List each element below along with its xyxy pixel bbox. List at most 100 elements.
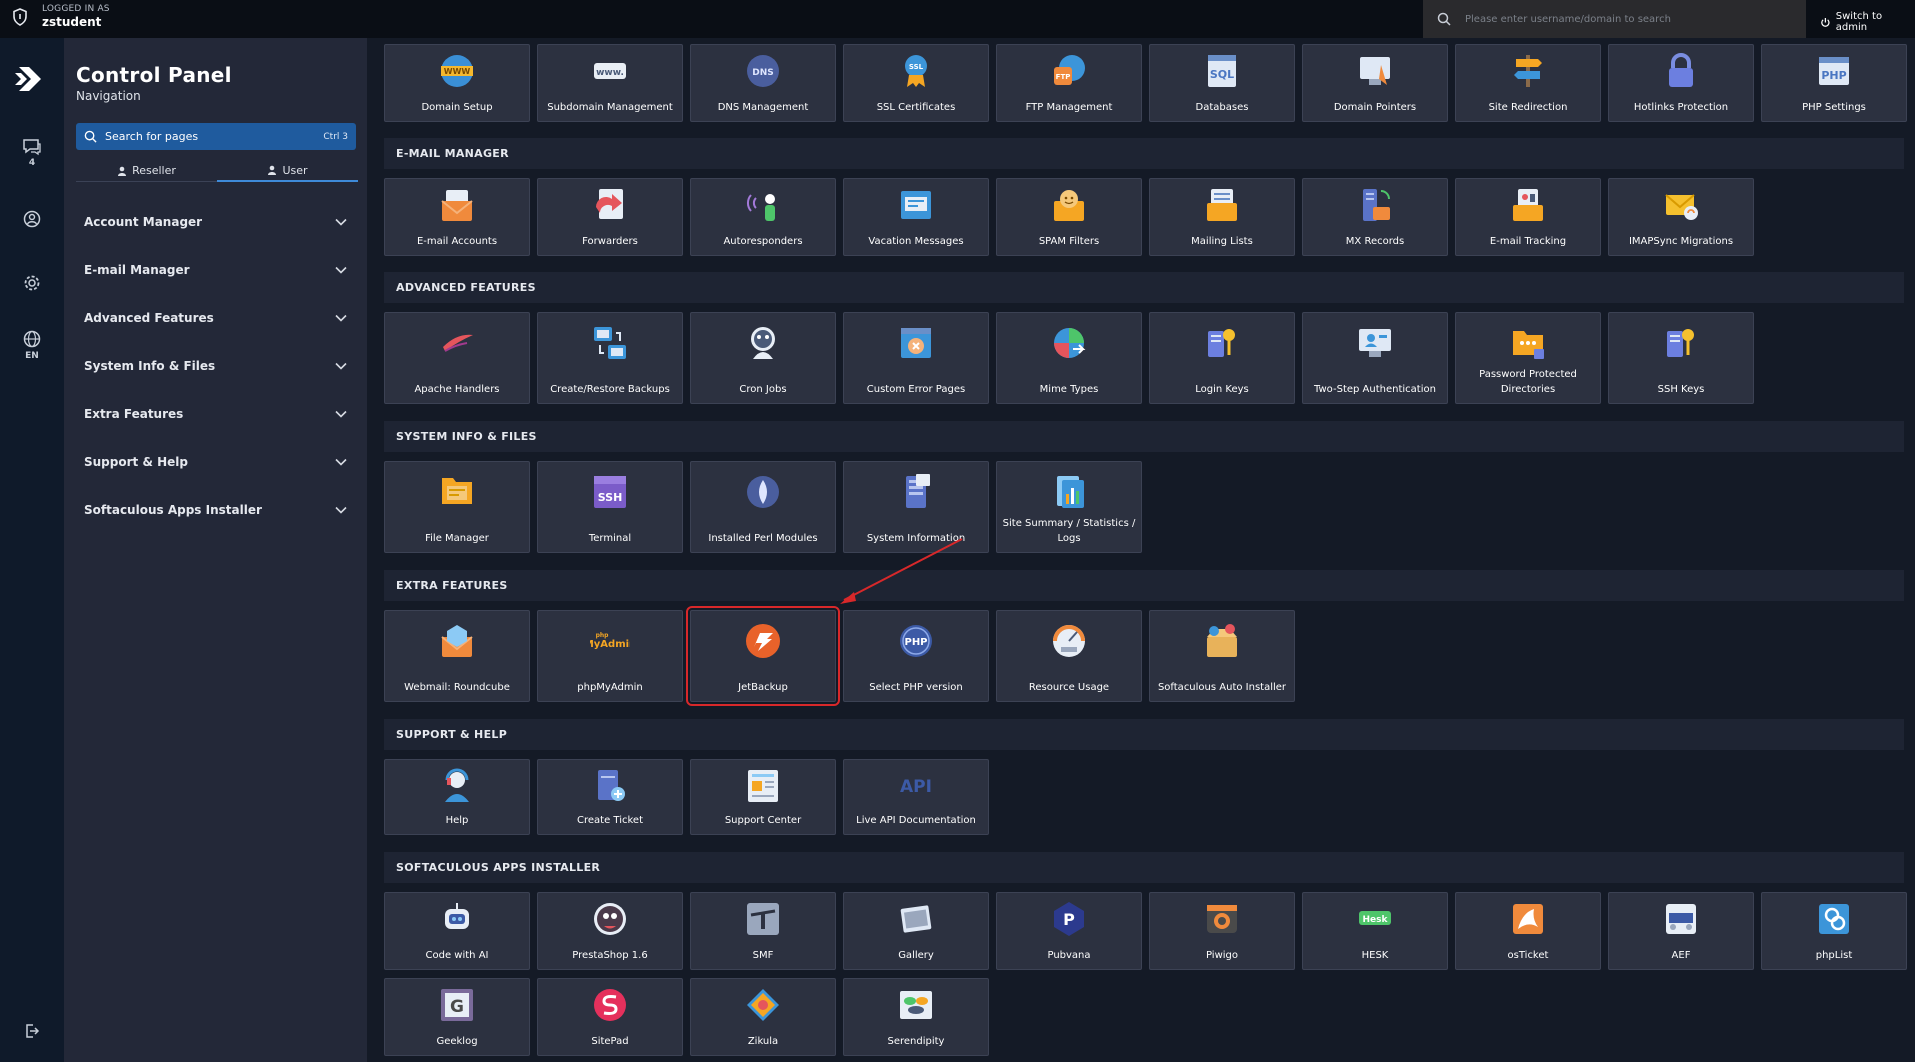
tile-create-ticket[interactable]: Create Ticket	[537, 759, 683, 835]
tile-label: MX Records	[1345, 236, 1405, 247]
tile-mime-types[interactable]: Mime Types	[996, 312, 1142, 404]
tile-databases[interactable]: SQL Databases	[1149, 44, 1295, 122]
zikula-icon	[747, 989, 779, 1021]
perl-icon	[747, 476, 779, 508]
tile-system-information[interactable]: System Information	[843, 461, 989, 553]
tile-jetbackup[interactable]: JetBackup	[686, 606, 840, 706]
sidebar-item-label: Account Manager	[84, 215, 203, 229]
sidebar-item-support-help[interactable]: Support & Help	[64, 438, 367, 486]
tile-hesk[interactable]: Hesk HESK	[1302, 892, 1448, 970]
tile-password-protected-directories[interactable]: Password Protected Directories	[1455, 312, 1601, 404]
user-icon	[268, 165, 277, 175]
tile-code-with-ai[interactable]: Code with AI	[384, 892, 530, 970]
tile-serendipity[interactable]: Serendipity	[843, 978, 989, 1056]
tile-aef[interactable]: AEF	[1608, 892, 1754, 970]
tile-custom-error-pages[interactable]: Custom Error Pages	[843, 312, 989, 404]
user-search-input[interactable]	[1465, 13, 1765, 25]
tile-select-php-version[interactable]: PHP Select PHP version	[843, 610, 989, 702]
tile-dns-management[interactable]: DNS DNS Management	[690, 44, 836, 122]
dns-icon: DNS	[747, 55, 779, 87]
sitepad-icon	[594, 989, 626, 1021]
tile-ssh-keys[interactable]: SSH Keys	[1608, 312, 1754, 404]
tile-e-mail-accounts[interactable]: E-mail Accounts	[384, 178, 530, 256]
tile-label: SPAM Filters	[1038, 236, 1100, 247]
switch-to-admin-button[interactable]: Switch to admin	[1820, 11, 1915, 33]
tile-php-settings[interactable]: PHP PHP Settings	[1761, 44, 1907, 122]
sidebar-item-e-mail-manager[interactable]: E-mail Manager	[64, 246, 367, 294]
tile-create-restore-backups[interactable]: Create/Restore Backups	[537, 312, 683, 404]
tile-ssl-certificates[interactable]: SSL SSL Certificates	[843, 44, 989, 122]
tile-e-mail-tracking[interactable]: E-mail Tracking	[1455, 178, 1601, 256]
tile-label: Help	[445, 815, 469, 826]
tile-smf[interactable]: SMF	[690, 892, 836, 970]
tile-piwigo[interactable]: Piwigo	[1149, 892, 1295, 970]
tile-mailing-lists[interactable]: Mailing Lists	[1149, 178, 1295, 256]
tile-vacation-messages[interactable]: Vacation Messages	[843, 178, 989, 256]
rail-messages[interactable]: 4	[0, 138, 64, 168]
svg-text:Hesk: Hesk	[1363, 915, 1389, 925]
tile-osticket[interactable]: osTicket	[1455, 892, 1601, 970]
tile-label: Cron Jobs	[739, 384, 787, 395]
tile-label: Pubvana	[1047, 950, 1091, 961]
tile-sitepad[interactable]: SitePad	[537, 978, 683, 1056]
sidebar-item-account-manager[interactable]: Account Manager	[64, 198, 367, 246]
tile-imapsync-migrations[interactable]: IMAPSync Migrations	[1608, 178, 1754, 256]
tile-help[interactable]: Help	[384, 759, 530, 835]
sidebar-item-softaculous-apps-installer[interactable]: Softaculous Apps Installer	[64, 486, 367, 534]
power-icon	[1821, 17, 1830, 27]
tile-prestashop-1-6[interactable]: PrestaShop 1.6	[537, 892, 683, 970]
support-agent-icon	[445, 768, 469, 802]
tile-domain-setup[interactable]: WWW Domain Setup	[384, 44, 530, 122]
tile-apache-handlers[interactable]: Apache Handlers	[384, 312, 530, 404]
tile-support-center[interactable]: Support Center	[690, 759, 836, 835]
tile-phpmyadmin[interactable]: phpMyAdminphpMyAdmin	[537, 610, 683, 702]
sidebar-item-advanced-features[interactable]: Advanced Features	[64, 294, 367, 342]
tile-subdomain-management[interactable]: www. Subdomain Management	[537, 44, 683, 122]
tile-gallery[interactable]: Gallery	[843, 892, 989, 970]
tile-mx-records[interactable]: MX Records	[1302, 178, 1448, 256]
tile-login-keys[interactable]: Login Keys	[1149, 312, 1295, 404]
rail-settings[interactable]	[0, 274, 64, 292]
tile-cron-jobs[interactable]: Cron Jobs	[690, 312, 836, 404]
message-window-icon	[901, 191, 931, 219]
page-search-button[interactable]: Search for pages Ctrl 3	[76, 123, 356, 150]
chevron-down-icon	[335, 458, 347, 466]
user-search[interactable]	[1423, 0, 1806, 38]
tile-label: Apache Handlers	[414, 384, 500, 395]
rail-logout[interactable]	[0, 1022, 64, 1040]
sidebar-item-label: Softaculous Apps Installer	[84, 503, 262, 517]
softaculous-row-2: G Geeklog SitePad Zikula Serendipity	[384, 978, 989, 1056]
tile-terminal[interactable]: SSH Terminal	[537, 461, 683, 553]
tab-user[interactable]: User	[217, 160, 358, 182]
tile-domain-pointers[interactable]: Domain Pointers	[1302, 44, 1448, 122]
rail-language[interactable]: EN	[0, 330, 64, 361]
tile-resource-usage[interactable]: Resource Usage	[996, 610, 1142, 702]
tile-site-summary-statistics-logs[interactable]: Site Summary / Statistics / Logs	[996, 461, 1142, 553]
tile-phplist[interactable]: phpList	[1761, 892, 1907, 970]
icon-rail: 4 EN	[0, 38, 64, 1062]
tile-file-manager[interactable]: File Manager	[384, 461, 530, 553]
tile-two-step-authentication[interactable]: Two-Step Authentication	[1302, 312, 1448, 404]
rail-profile[interactable]	[0, 210, 64, 228]
tile-label: Piwigo	[1205, 950, 1238, 961]
tab-reseller[interactable]: Reseller	[76, 160, 217, 182]
tile-live-api-documentation[interactable]: API Live API Documentation	[843, 759, 989, 835]
tile-zikula[interactable]: Zikula	[690, 978, 836, 1056]
tile-site-redirection[interactable]: Site Redirection	[1455, 44, 1601, 122]
tile-autoresponders[interactable]: Autoresponders	[690, 178, 836, 256]
tile-webmail-roundcube[interactable]: Webmail: Roundcube	[384, 610, 530, 702]
sidebar-item-system-info-files[interactable]: System Info & Files	[64, 342, 367, 390]
tile-geeklog[interactable]: G Geeklog	[384, 978, 530, 1056]
tile-hotlinks-protection[interactable]: Hotlinks Protection	[1608, 44, 1754, 122]
sidebar-item-extra-features[interactable]: Extra Features	[64, 390, 367, 438]
tile-spam-filters[interactable]: SPAM Filters	[996, 178, 1142, 256]
brand-logo-icon[interactable]	[15, 63, 47, 95]
tile-ftp-management[interactable]: FTP FTP Management	[996, 44, 1142, 122]
support-center-icon	[748, 770, 778, 802]
tile-pubvana[interactable]: P Pubvana	[996, 892, 1142, 970]
section-system-header: SYSTEM INFO & FILES	[384, 421, 1904, 452]
tile-installed-perl-modules[interactable]: Installed Perl Modules	[690, 461, 836, 553]
tile-forwarders[interactable]: Forwarders	[537, 178, 683, 256]
section-extra-header: EXTRA FEATURES	[384, 570, 1904, 601]
tile-softaculous-auto-installer[interactable]: Softaculous Auto Installer	[1149, 610, 1295, 702]
